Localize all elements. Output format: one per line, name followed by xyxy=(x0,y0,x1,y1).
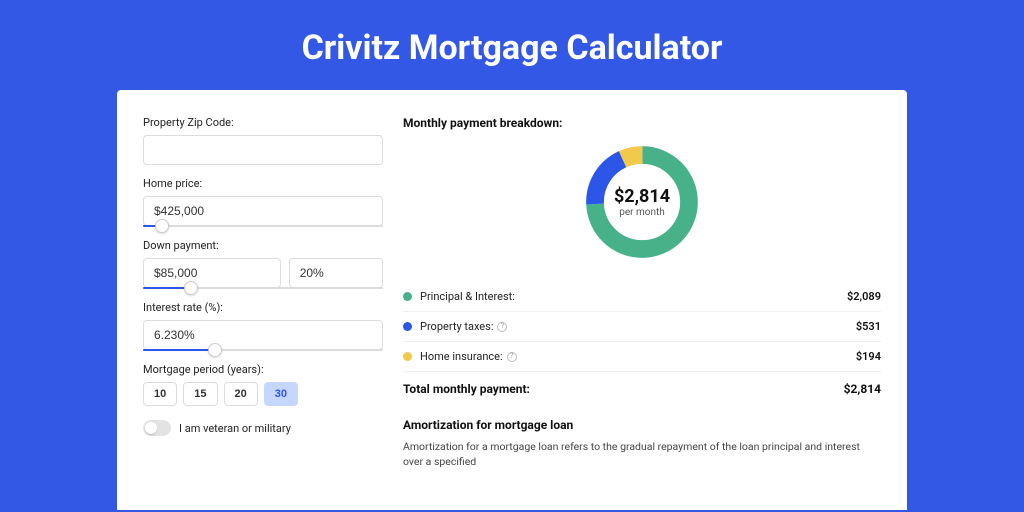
legend-label-text: Home insurance: xyxy=(420,350,503,363)
total-value: $2,814 xyxy=(844,382,881,396)
total-row: Total monthly payment: $2,814 xyxy=(403,371,881,408)
zip-field-group: Property Zip Code: xyxy=(143,116,383,165)
donut-center-amount: $2,814 xyxy=(614,186,670,207)
donut-center: $2,814 per month xyxy=(580,140,704,264)
dot-icon xyxy=(403,322,412,331)
legend-row-home-insurance: Home insurance: ? $194 xyxy=(403,341,881,371)
legend-label-home-insurance: Home insurance: ? xyxy=(420,350,856,363)
down-payment-amount-input[interactable] xyxy=(143,258,281,288)
legend-row-principal-interest: Principal & Interest: $2,089 xyxy=(403,282,881,311)
legend-value-home-insurance: $194 xyxy=(856,350,881,363)
donut-center-sub: per month xyxy=(619,207,665,218)
period-field-group: Mortgage period (years): 10 15 20 30 xyxy=(143,363,383,406)
inputs-column: Property Zip Code: Home price: Down paym… xyxy=(143,116,383,510)
breakdown-title: Monthly payment breakdown: xyxy=(403,116,881,130)
interest-rate-slider-thumb[interactable] xyxy=(208,343,222,357)
home-price-input[interactable] xyxy=(143,196,383,226)
donut-chart-wrap: $2,814 per month xyxy=(403,140,881,264)
interest-rate-label: Interest rate (%): xyxy=(143,301,383,314)
calculator-card: Property Zip Code: Home price: Down paym… xyxy=(117,90,907,510)
period-option-10[interactable]: 10 xyxy=(143,382,177,406)
home-price-slider[interactable] xyxy=(143,225,383,227)
home-price-label: Home price: xyxy=(143,177,383,190)
home-price-slider-thumb[interactable] xyxy=(155,219,169,233)
interest-rate-field-group: Interest rate (%): xyxy=(143,301,383,351)
period-option-20[interactable]: 20 xyxy=(224,382,258,406)
amortization-text: Amortization for a mortgage loan refers … xyxy=(403,440,881,469)
veteran-toggle[interactable] xyxy=(143,420,171,436)
period-option-15[interactable]: 15 xyxy=(183,382,217,406)
down-payment-slider[interactable] xyxy=(143,287,383,289)
zip-label: Property Zip Code: xyxy=(143,116,383,129)
dot-icon xyxy=(403,292,412,301)
legend-value-principal-interest: $2,089 xyxy=(847,290,881,303)
legend-label-text: Property taxes: xyxy=(420,320,493,333)
veteran-toggle-knob xyxy=(145,422,157,434)
period-label: Mortgage period (years): xyxy=(143,363,383,376)
veteran-row: I am veteran or military xyxy=(143,420,383,436)
donut-chart: $2,814 per month xyxy=(580,140,704,264)
amortization-title: Amortization for mortgage loan xyxy=(403,418,881,432)
info-icon[interactable]: ? xyxy=(497,322,507,332)
interest-rate-input[interactable] xyxy=(143,320,383,350)
legend-row-property-taxes: Property taxes: ? $531 xyxy=(403,311,881,341)
total-label: Total monthly payment: xyxy=(403,382,844,396)
down-payment-slider-thumb[interactable] xyxy=(184,281,198,295)
down-payment-label: Down payment: xyxy=(143,239,383,252)
legend-label-property-taxes: Property taxes: ? xyxy=(420,320,856,333)
down-payment-percent-input[interactable] xyxy=(289,258,383,288)
down-payment-field-group: Down payment: xyxy=(143,239,383,289)
page-title: Crivitz Mortgage Calculator xyxy=(0,0,1024,90)
home-price-field-group: Home price: xyxy=(143,177,383,227)
info-icon[interactable]: ? xyxy=(507,352,517,362)
breakdown-column: Monthly payment breakdown: $2,814 per mo… xyxy=(403,116,881,510)
dot-icon xyxy=(403,352,412,361)
legend-label-text: Principal & Interest: xyxy=(420,290,515,303)
period-option-30[interactable]: 30 xyxy=(264,382,298,406)
legend-label-principal-interest: Principal & Interest: xyxy=(420,290,847,303)
interest-rate-slider[interactable] xyxy=(143,349,383,351)
veteran-label: I am veteran or military xyxy=(179,422,291,435)
zip-input[interactable] xyxy=(143,135,383,165)
period-options: 10 15 20 30 xyxy=(143,382,383,406)
legend-value-property-taxes: $531 xyxy=(856,320,881,333)
